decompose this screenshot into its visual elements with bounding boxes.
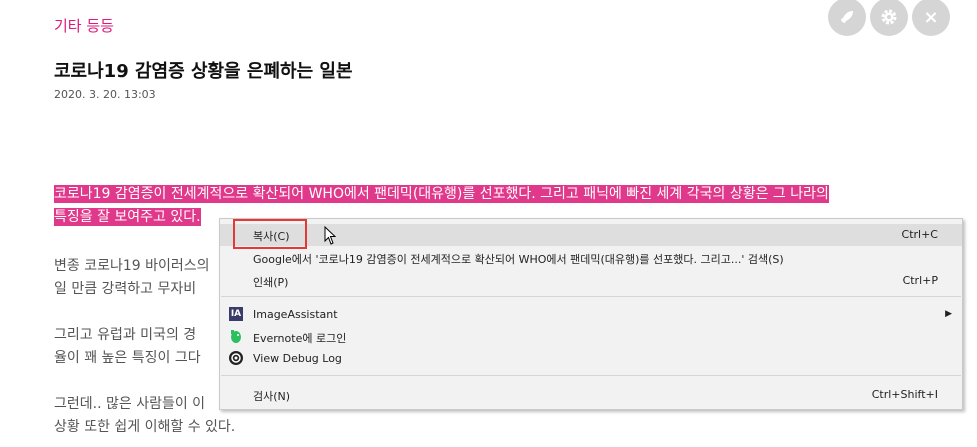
context-menu: 복사(C) Ctrl+C Google에서 '코로나19 감염증이 전세계적으로… <box>219 218 963 410</box>
selected-text-line-2[interactable]: 특징을 잘 보여주고 있다. <box>54 208 201 226</box>
annotation-highlight-box <box>233 219 307 249</box>
menu-item-search-google-label: Google에서 '코로나19 감염증이 전세계적으로 확산되어 WHO에서 팬… <box>253 253 784 266</box>
settings-button[interactable] <box>870 0 908 36</box>
menu-item-evernote[interactable]: Evernote에 로그인 <box>220 326 962 348</box>
menu-item-image-assistant[interactable]: IA ImageAssistant ▶ <box>220 304 962 326</box>
post-title: 코로나19 감염증 상황을 은폐하는 일본 <box>54 61 353 82</box>
menu-separator <box>221 375 961 376</box>
selected-text-line-1[interactable]: 코로나19 감염증이 전세계적으로 확산되어 WHO에서 팬데믹(대유행)를 선… <box>54 185 829 203</box>
menu-item-evernote-label: Evernote에 로그인 <box>253 332 347 345</box>
menu-item-copy-shortcut: Ctrl+C <box>901 228 938 241</box>
menu-item-search-google[interactable]: Google에서 '코로나19 감염증이 전세계적으로 확산되어 WHO에서 팬… <box>220 247 962 269</box>
menu-item-print-label: 인쇄(P) <box>253 276 289 289</box>
mouse-cursor-icon <box>324 226 337 245</box>
paragraph-4-line-2: 상황 또한 쉽게 이해할 수 있다. <box>54 419 236 435</box>
rocket-button[interactable] <box>828 0 866 36</box>
paragraph-2-line-1: 변종 코로나19 바이러스의 <box>54 258 210 274</box>
paragraph-2: 변종 코로나19 바이러스의 일 만큼 강력하고 무자비 <box>54 255 210 301</box>
paragraph-3-line-2: 율이 꽤 높은 특징이 그다 <box>54 350 201 366</box>
menu-item-debug-log-label: View Debug Log <box>253 352 342 365</box>
menu-separator <box>221 296 961 297</box>
category-label[interactable]: 기타 등등 <box>54 15 114 36</box>
menu-item-print[interactable]: 인쇄(P) Ctrl+P <box>220 270 962 292</box>
close-icon: × <box>923 6 939 28</box>
debug-log-icon <box>229 351 243 365</box>
gear-icon <box>881 9 897 25</box>
menu-item-image-assistant-label: ImageAssistant <box>253 308 338 321</box>
menu-item-inspect-shortcut: Ctrl+Shift+I <box>871 388 938 401</box>
paragraph-4: 그런데.. 많은 사람들이 이 상황 또한 쉽게 이해할 수 있다. <box>54 393 235 439</box>
menu-item-print-shortcut: Ctrl+P <box>902 274 938 287</box>
paragraph-3: 그리고 유럽과 미국의 경 율이 꽤 높은 특징이 그다 <box>54 324 201 370</box>
paragraph-2-line-2: 일 만큼 강력하고 무자비 <box>54 281 197 297</box>
rocket-icon <box>841 11 853 23</box>
evernote-icon <box>229 329 243 343</box>
post-date: 2020. 3. 20. 13:03 <box>54 88 156 101</box>
close-button[interactable]: × <box>912 0 950 36</box>
paragraph-3-line-1: 그리고 유럽과 미국의 경 <box>54 327 197 343</box>
paragraph-4-line-1: 그런데.. 많은 사람들이 이 <box>54 396 206 412</box>
top-button-group: × <box>828 0 950 36</box>
menu-item-inspect[interactable]: 검사(N) Ctrl+Shift+I <box>220 384 962 406</box>
submenu-arrow-icon: ▶ <box>945 309 952 319</box>
menu-item-debug-log[interactable]: View Debug Log <box>220 348 962 370</box>
image-assistant-icon: IA <box>229 307 243 321</box>
menu-item-inspect-label: 검사(N) <box>253 390 291 403</box>
